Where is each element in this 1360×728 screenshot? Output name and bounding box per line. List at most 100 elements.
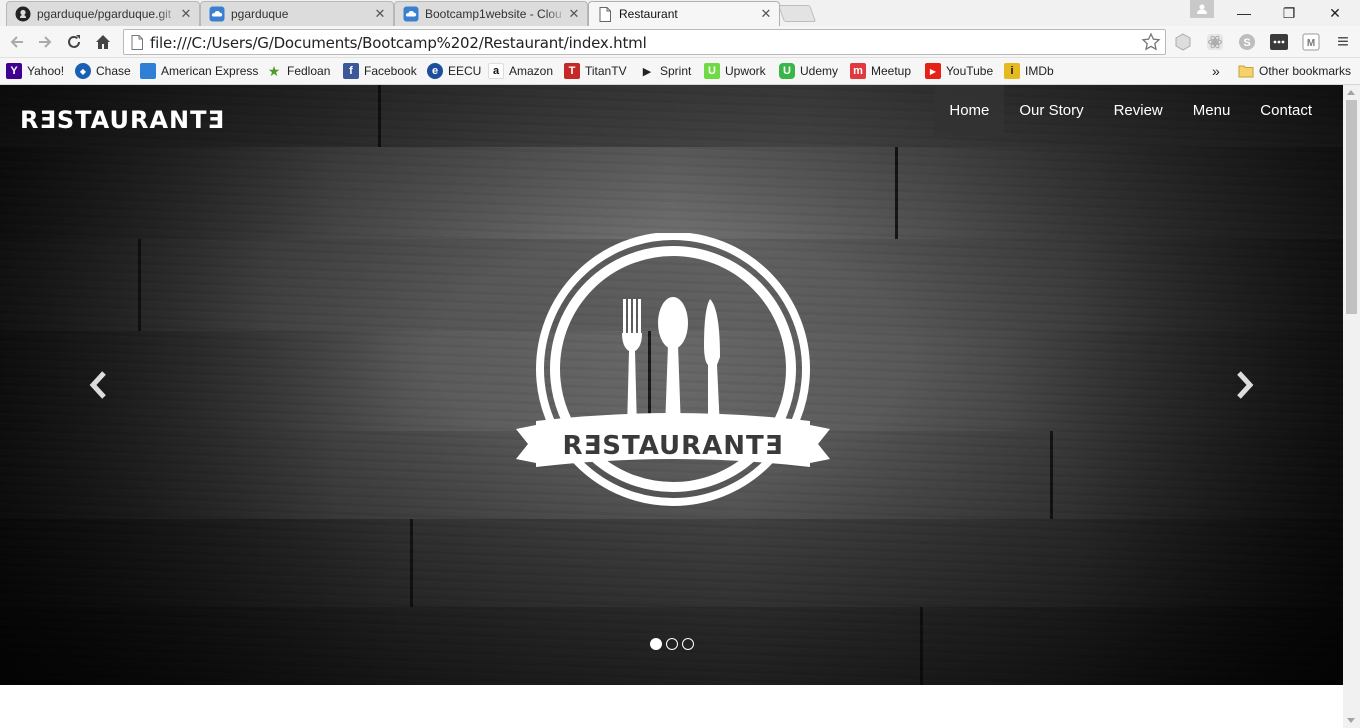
nav-our-story[interactable]: Our Story — [1004, 85, 1098, 136]
bookmark-label: Facebook — [364, 64, 417, 78]
carousel-indicator-1[interactable] — [650, 638, 662, 650]
bookmark-label: American Express — [161, 64, 259, 78]
nav-menu[interactable]: Menu — [1178, 85, 1246, 136]
tab-title: pgarduque/pgarduque.git — [37, 7, 172, 21]
extension-m-icon[interactable]: M — [1302, 33, 1320, 51]
skype-icon[interactable]: S — [1238, 33, 1256, 51]
page-icon — [131, 35, 143, 53]
carousel-next-button[interactable] — [1231, 368, 1257, 402]
extension-react-icon[interactable] — [1206, 33, 1224, 51]
page-scrollbar[interactable] — [1343, 85, 1360, 728]
extension-dots-icon[interactable] — [1270, 33, 1288, 51]
yahoo-icon: Y — [6, 63, 22, 79]
tab-cloud9-bootcamp[interactable]: Bootcamp1website - Clou ✕ — [394, 1, 588, 26]
profile-icon[interactable] — [1190, 0, 1214, 18]
meetup-icon: m — [850, 63, 866, 79]
other-bookmarks[interactable]: Other bookmarks — [1238, 62, 1351, 80]
back-button[interactable] — [6, 31, 28, 53]
bookmark-label: Upwork — [725, 64, 766, 78]
forward-button[interactable] — [34, 31, 56, 53]
bookmark-facebook[interactable]: f Facebook — [343, 62, 417, 80]
bookmark-american-express[interactable]: American Express — [140, 62, 258, 80]
amex-icon — [140, 63, 156, 79]
titantv-icon: T — [564, 63, 580, 79]
bookmark-label: Fedloan — [287, 64, 331, 78]
tab-title: pgarduque — [231, 7, 289, 21]
maximize-button[interactable]: ❐ — [1266, 0, 1312, 26]
bookmark-label: Amazon — [509, 64, 554, 78]
close-window-button[interactable]: ✕ — [1312, 0, 1358, 26]
page-icon — [597, 6, 613, 22]
carousel-prev-button[interactable] — [86, 368, 112, 402]
bookmark-label: Udemy — [800, 64, 839, 78]
bookmark-sprint[interactable]: ▶ Sprint — [639, 62, 692, 80]
logo-text: RƎSTAURANTƎ — [562, 431, 783, 461]
carousel-indicator-3[interactable] — [682, 638, 694, 650]
bookmark-youtube[interactable]: ▶ YouTube — [925, 62, 993, 80]
bookmark-fedloan[interactable]: ★ Fedloan — [266, 62, 331, 80]
bookmark-label: TitanTV — [585, 64, 627, 78]
carousel-indicators — [650, 638, 694, 650]
bookmark-label: YouTube — [946, 64, 994, 78]
site-brand[interactable]: RƎSTAURANTƎ — [20, 106, 225, 134]
tab-github[interactable]: pgarduque/pgarduque.git ✕ — [6, 1, 200, 26]
spoon-icon — [658, 297, 688, 429]
bookmark-label: Yahoo! — [27, 64, 65, 78]
folder-icon — [1238, 63, 1254, 79]
tab-restaurant[interactable]: Restaurant ✕ — [588, 1, 780, 26]
tab-close-button[interactable]: ✕ — [759, 7, 773, 21]
tab-close-button[interactable]: ✕ — [179, 7, 193, 21]
url-text[interactable]: file:///C:/Users/G/Documents/Bootcamp%20… — [150, 34, 647, 52]
sprint-icon: ▶ — [642, 65, 652, 78]
bookmark-upwork[interactable]: U Upwork — [704, 62, 766, 80]
extension-cube-icon[interactable] — [1174, 33, 1192, 51]
tab-close-button[interactable]: ✕ — [373, 7, 387, 21]
chevron-right-icon — [1237, 371, 1254, 399]
bookmark-label: IMDb — [1025, 64, 1054, 78]
scroll-up-arrow[interactable] — [1347, 90, 1355, 95]
reload-button[interactable] — [63, 31, 85, 53]
bookmark-imdb[interactable]: i IMDb — [1004, 62, 1054, 80]
hero-carousel: RƎSTAURANTƎ Home Our Story Review Menu C… — [0, 85, 1343, 685]
home-button[interactable] — [92, 31, 114, 53]
imdb-icon: i — [1004, 63, 1020, 79]
bookmark-label: Meetup — [871, 64, 912, 78]
cloud9-icon — [209, 6, 225, 22]
bookmark-label: Other bookmarks — [1259, 64, 1352, 78]
chrome-menu-button[interactable]: ≡ — [1334, 31, 1352, 53]
carousel-indicator-2[interactable] — [666, 638, 678, 650]
bookmark-yahoo[interactable]: Y Yahoo! — [6, 62, 64, 80]
fedloan-icon: ★ — [267, 62, 281, 79]
scroll-down-arrow[interactable] — [1347, 718, 1355, 723]
reload-icon — [68, 35, 80, 48]
tab-strip: pgarduque/pgarduque.git ✕ pgarduque ✕ Bo… — [0, 0, 1360, 26]
scrollbar-thumb[interactable] — [1346, 100, 1357, 314]
tab-cloud9-pgarduque[interactable]: pgarduque ✕ — [200, 1, 394, 26]
chase-icon: ◆ — [75, 63, 91, 79]
bookmark-label: EECU — [448, 64, 482, 78]
tab-title: Bootcamp1website - Clou — [425, 7, 562, 21]
bookmark-star-icon[interactable] — [1141, 32, 1161, 52]
bookmarks-overflow-button[interactable]: » — [1212, 62, 1220, 80]
cloud9-icon — [403, 6, 419, 22]
nav-home[interactable]: Home — [934, 85, 1005, 136]
site-nav: Home Our Story Review Menu Contact — [934, 85, 1327, 136]
bookmark-chase[interactable]: ◆ Chase — [75, 62, 131, 80]
tab-close-button[interactable]: ✕ — [567, 7, 581, 21]
bookmark-udemy[interactable]: U Udemy — [779, 62, 838, 80]
address-bar[interactable]: file:///C:/Users/G/Documents/Bootcamp%20… — [123, 29, 1166, 55]
tab-title: Restaurant — [619, 7, 678, 21]
minimize-button[interactable]: — — [1221, 0, 1267, 26]
knife-icon — [704, 299, 720, 429]
bookmark-amazon[interactable]: a Amazon — [488, 62, 553, 80]
bookmark-titantv[interactable]: T TitanTV — [564, 62, 627, 80]
amazon-icon: a — [488, 63, 504, 79]
bookmark-meetup[interactable]: m Meetup — [850, 62, 911, 80]
svg-text:S: S — [1243, 37, 1250, 49]
new-tab-button[interactable] — [777, 5, 817, 22]
nav-contact[interactable]: Contact — [1245, 85, 1327, 136]
nav-review[interactable]: Review — [1099, 85, 1178, 136]
fork-icon — [622, 299, 642, 429]
bookmark-eecu[interactable]: e EECU — [427, 62, 481, 80]
upwork-icon: U — [704, 63, 720, 79]
